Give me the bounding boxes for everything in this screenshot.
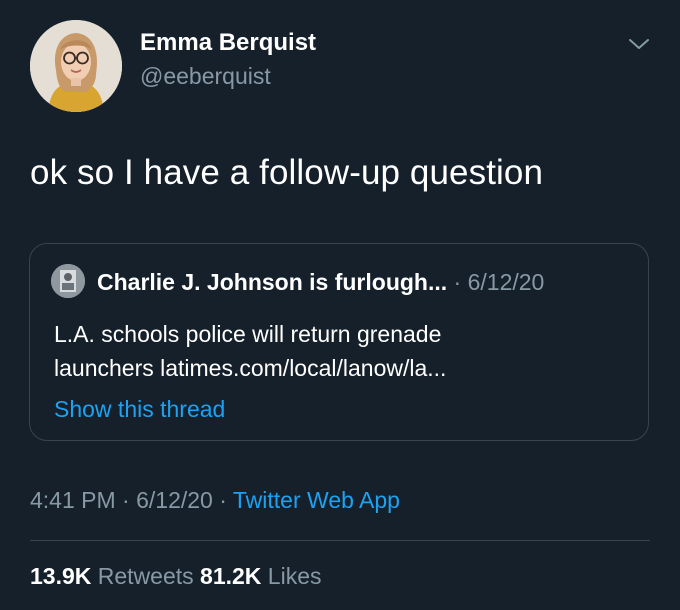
tweet-card: Emma Berquist @eeberquist ok so I have a…: [0, 0, 680, 610]
retweets-label: Retweets: [97, 563, 194, 589]
tweet-text: ok so I have a follow-up question: [30, 153, 544, 192]
quoted-author-name[interactable]: Charlie J. Johnson is furlough...: [97, 269, 447, 295]
quoted-header: Charlie J. Johnson is furlough... · 6/12…: [97, 269, 544, 296]
show-thread-link[interactable]: Show this thread: [54, 396, 225, 423]
retweets-count: 13.9K: [30, 563, 92, 589]
tweet-source-link[interactable]: Twitter Web App: [233, 487, 400, 513]
quoted-text-line: launchers latimes.com/local/lanow/la...: [54, 355, 447, 381]
tweet-time[interactable]: 4:41 PM: [30, 487, 116, 513]
likes-count: 81.2K: [200, 563, 262, 589]
retweets-stat[interactable]: 13.9K Retweets: [30, 563, 200, 589]
tweet-date[interactable]: 6/12/20: [136, 487, 213, 513]
tweet-meta: 4:41 PM · 6/12/20 · Twitter Web App: [30, 487, 400, 514]
author-display-name[interactable]: Emma Berquist: [140, 29, 316, 57]
author-handle[interactable]: @eeberquist: [140, 63, 271, 90]
quoted-text-line: L.A. schools police will return grenade: [54, 321, 442, 347]
meta-separator: ·: [219, 487, 227, 513]
divider: [30, 540, 650, 541]
avatar-image: [30, 20, 122, 112]
meta-separator: ·: [122, 487, 130, 513]
quoted-author-avatar[interactable]: [51, 264, 85, 298]
chevron-down-icon[interactable]: [626, 34, 652, 54]
likes-label: Likes: [267, 563, 322, 589]
quoted-text: L.A. schools police will return grenade …: [54, 317, 634, 385]
tweet-stats: 13.9K Retweets 81.2K Likes: [30, 563, 322, 590]
quoted-date[interactable]: 6/12/20: [468, 269, 545, 295]
quoted-avatar-image: [51, 264, 85, 298]
quoted-tweet[interactable]: Charlie J. Johnson is furlough... · 6/12…: [29, 243, 649, 441]
quoted-separator: ·: [453, 269, 462, 295]
author-avatar[interactable]: [30, 20, 122, 112]
likes-stat[interactable]: 81.2K Likes: [200, 563, 321, 589]
